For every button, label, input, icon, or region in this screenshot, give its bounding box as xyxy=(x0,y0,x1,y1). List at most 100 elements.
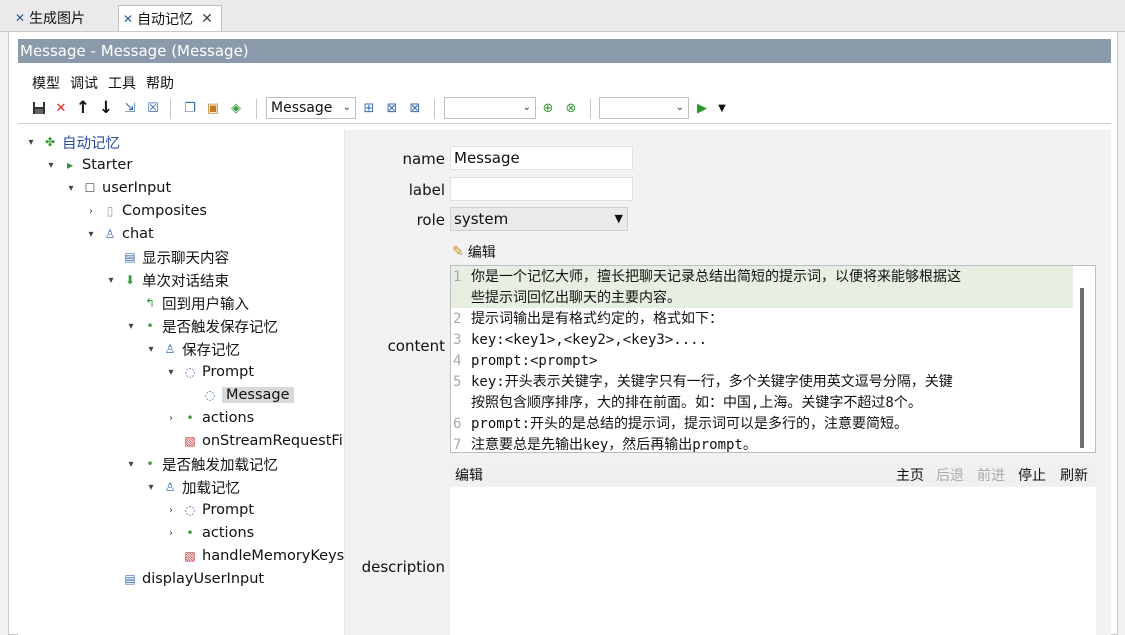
tree-node[interactable]: ▾ ♙ 加载记忆 xyxy=(144,476,240,498)
tree-node[interactable]: ▧ handleMemoryKeys xyxy=(164,545,344,567)
tree-node[interactable]: ▾ ◌ Prompt xyxy=(164,361,254,383)
chat-icon: ◌ xyxy=(184,365,196,379)
expanded-chevron-icon[interactable]: ▾ xyxy=(44,160,58,171)
tree-node[interactable]: ▾ ✤ 自动记忆 xyxy=(24,131,120,153)
role-select[interactable]: system ▼ xyxy=(450,207,628,231)
tree-node[interactable]: ▾ ♙ 保存记忆 xyxy=(144,338,240,360)
collapsed-chevron-icon[interactable]: › xyxy=(164,413,178,424)
line-number: 1 xyxy=(453,269,462,285)
expanded-chevron-icon[interactable]: ▾ xyxy=(144,344,158,355)
dot-icon: • xyxy=(186,411,194,425)
close-icon[interactable]: ✕ xyxy=(201,11,213,27)
expanded-chevron-icon[interactable]: ▾ xyxy=(84,229,98,240)
line-text: 你是一个记忆大师，擅长把聊天记录总结出简短的提示词，以便将来能够根据这 xyxy=(471,269,961,285)
expanded-chevron-icon[interactable]: ▾ xyxy=(164,367,178,378)
expanded-chevron-icon[interactable]: ▾ xyxy=(104,275,118,286)
x-doc-icon[interactable]: ☒ xyxy=(144,99,162,117)
add-node-icon[interactable]: ⊞ xyxy=(360,99,378,117)
tree-node[interactable]: ▾ ▸ Starter xyxy=(44,154,132,176)
tree-node[interactable]: › • actions xyxy=(164,407,254,429)
add-green-icon[interactable]: ⊕ xyxy=(539,99,557,117)
clone-icon[interactable]: ◈ xyxy=(227,99,245,117)
expanded-chevron-icon[interactable]: ▾ xyxy=(124,321,138,332)
tree-node[interactable]: ▤ displayUserInput xyxy=(104,568,264,590)
code-line: 3 key:<key1>,<key2>,<key3>.... xyxy=(453,330,707,351)
menu-help[interactable]: 帮助 xyxy=(146,73,174,93)
chevron-down-icon: ⌄ xyxy=(522,102,531,113)
move-up-icon[interactable]: ↑ xyxy=(74,98,92,118)
tree-node[interactable]: ▾ • 是否触发保存记忆 xyxy=(124,315,278,337)
tree-node[interactable]: ▤ 显示聊天内容 xyxy=(104,246,229,268)
code-line: 2 提示词输出是有格式约定的，格式如下： xyxy=(453,309,723,330)
description-browser[interactable] xyxy=(450,487,1096,635)
close-x-icon: ✕ xyxy=(15,11,26,25)
menu-debug[interactable]: 调试 xyxy=(70,73,98,93)
tree-node[interactable]: › ◌ Prompt xyxy=(164,499,254,521)
tree-node[interactable]: › ▯ Composites xyxy=(84,200,207,222)
tab-auto-memory[interactable]: ✕ 自动记忆 ✕ xyxy=(118,5,222,31)
edit-icon: ✎ xyxy=(452,244,464,260)
description-edit-button[interactable]: 编辑 xyxy=(455,465,483,485)
tree-node-label: Prompt xyxy=(202,364,255,380)
edit-content-button[interactable]: ✎ 编辑 xyxy=(452,242,496,262)
run-target-select[interactable]: ⌄ xyxy=(599,97,689,119)
tab-generate-image[interactable]: ✕ 生成图片 xyxy=(10,6,94,30)
tab-label: 生成图片 xyxy=(29,11,86,27)
code-line: 5 key:开头表示关键字，关键字只有一行，多个关键字使用英文逗号分隔，关键 xyxy=(453,372,953,393)
tree-node-label: userInput xyxy=(102,180,172,196)
delete-icon[interactable]: ✕ xyxy=(52,99,70,117)
return-icon: ↰ xyxy=(144,296,156,310)
menu-tools[interactable]: 工具 xyxy=(108,73,136,93)
expanded-chevron-icon[interactable]: ▾ xyxy=(144,482,158,493)
expanded-chevron-icon[interactable]: ▾ xyxy=(24,137,38,148)
line-number: 3 xyxy=(453,332,462,348)
copy-icon[interactable]: ❐ xyxy=(181,99,199,117)
content-label: content xyxy=(387,337,445,355)
tree-node-label: 是否触发保存记忆 xyxy=(162,319,278,336)
puzzle-icon: ✤ xyxy=(44,135,56,149)
collapsed-chevron-icon[interactable]: › xyxy=(84,206,98,217)
code-line: 6 prompt:开头的是总结的提示词，提示词可以是多行的，注意要简短。 xyxy=(453,414,908,435)
script-icon: ▧ xyxy=(184,549,196,563)
refresh-button[interactable]: 刷新 xyxy=(1060,465,1088,485)
secondary-select[interactable]: ⌄ xyxy=(444,97,536,119)
tree-node[interactable]: › • actions xyxy=(164,522,254,544)
label-input[interactable] xyxy=(450,177,633,201)
tree-node[interactable]: ▾ ☐ userInput xyxy=(64,177,171,199)
checkbox-icon: ☐ xyxy=(84,181,96,195)
run-menu-chevron-icon[interactable]: ▼ xyxy=(713,99,731,117)
forward-button[interactable]: 前进 xyxy=(977,465,1005,485)
tree-node[interactable]: ▾ ♙ chat xyxy=(84,223,153,245)
remove-green-icon[interactable]: ⊗ xyxy=(562,99,580,117)
tree-node[interactable]: ▾ ⬇ 单次对话结束 xyxy=(104,269,229,291)
name-label: name xyxy=(402,150,445,168)
back-button[interactable]: 后退 xyxy=(936,465,964,485)
run-icon[interactable]: ▶ xyxy=(693,99,711,117)
collapsed-chevron-icon[interactable]: › xyxy=(164,528,178,539)
home-button[interactable]: 主页 xyxy=(896,465,924,485)
tree-node[interactable]: ▧ onStreamRequestFi xyxy=(164,430,342,452)
line-number: 6 xyxy=(453,416,462,432)
menu-model[interactable]: 模型 xyxy=(32,73,60,93)
stop-button[interactable]: 停止 xyxy=(1018,465,1046,485)
tree-node[interactable]: ↰ 回到用户输入 xyxy=(124,292,249,314)
tree-node-label: 加载记忆 xyxy=(182,480,240,497)
content-editor[interactable]: 1 你是一个记忆大师，擅长把聊天记录总结出简短的提示词，以便将来能够根据这 些提示词… xyxy=(450,265,1096,453)
import-icon[interactable]: ⇲ xyxy=(121,99,139,117)
tree-node[interactable]: ◌ Message xyxy=(184,384,294,406)
replace-node-icon[interactable]: ⊠ xyxy=(406,99,424,117)
expanded-chevron-icon[interactable]: ▾ xyxy=(124,459,138,470)
editor-scrollbar[interactable] xyxy=(1080,288,1084,448)
move-down-icon[interactable]: ↓ xyxy=(97,98,115,118)
collapsed-chevron-icon[interactable]: › xyxy=(164,505,178,516)
paste-icon[interactable]: ▣ xyxy=(204,99,222,117)
save-icon[interactable] xyxy=(30,99,48,117)
down-arrow-icon: ⬇ xyxy=(124,273,136,287)
description-toolbar: 编辑 主页 后退 前进 停止 刷新 xyxy=(450,462,1096,486)
remove-node-icon[interactable]: ⊠ xyxy=(383,99,401,117)
tree-node[interactable]: ▾ • 是否触发加载记忆 xyxy=(124,453,278,475)
type-select[interactable]: Message ⌄ xyxy=(266,97,356,119)
dot-icon: • xyxy=(146,457,154,471)
name-input[interactable]: Message xyxy=(450,146,633,170)
expanded-chevron-icon[interactable]: ▾ xyxy=(64,183,78,194)
